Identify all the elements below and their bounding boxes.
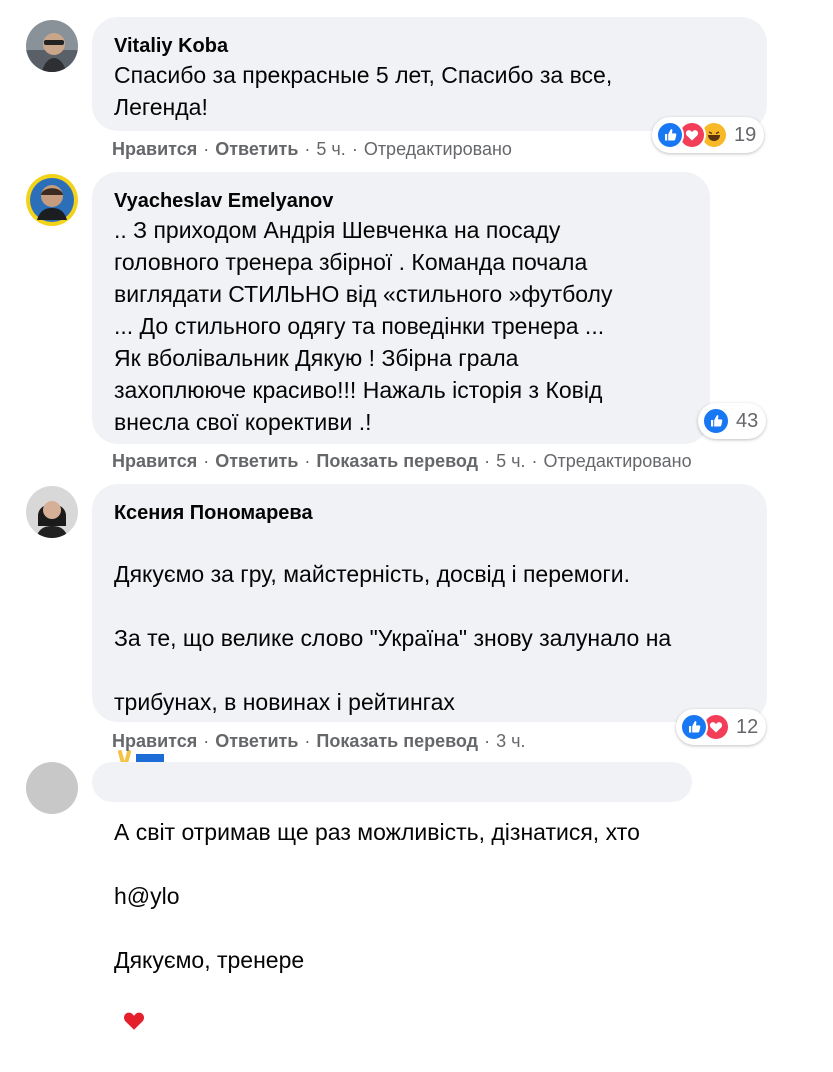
separator-dot: ·	[484, 731, 491, 751]
edited-label[interactable]: Отредактировано	[364, 139, 512, 159]
separator-dot: ·	[531, 451, 538, 471]
comment-line: Дякуємо, тренере	[114, 944, 745, 1040]
reply-button[interactable]: Ответить	[215, 139, 298, 159]
timestamp[interactable]: 5 ч.	[316, 139, 345, 159]
comment-line: А світ отримав ще раз можливість, дізнат…	[114, 819, 640, 845]
timestamp[interactable]: 3 ч.	[496, 731, 525, 751]
author-name[interactable]: Vyacheslav Emelyanov	[114, 188, 688, 214]
author-name[interactable]: Vitaliy Koba	[114, 33, 745, 59]
reply-button[interactable]: Ответить	[215, 731, 298, 751]
separator-dot: ·	[351, 139, 358, 159]
like-button[interactable]: Нравится	[112, 731, 197, 751]
reaction-count: 43	[736, 409, 759, 432]
like-icon	[680, 713, 708, 741]
timestamp[interactable]: 5 ч.	[496, 451, 525, 471]
comment-line: h@ylo	[114, 883, 180, 909]
comment-actions: Нравится · Ответить · Показать перевод · 3 ч.	[112, 729, 526, 753]
comment-actions: Нравится · Ответить · Показать перевод · 5 ч. ·…	[112, 449, 692, 473]
comment-line: Дякуємо за гру, майстерність, досвід і п…	[114, 561, 631, 587]
edited-label[interactable]: Отредактировано	[544, 451, 692, 471]
next-comment-bubble	[92, 762, 692, 802]
separator-dot: ·	[203, 139, 210, 159]
separator-dot: ·	[304, 139, 311, 159]
avatar[interactable]	[26, 486, 78, 538]
like-icon	[702, 407, 730, 435]
next-comment-avatar[interactable]	[26, 762, 78, 814]
comment-text: .. З приходом Андрія Шевченка на посаду …	[114, 217, 613, 435]
reply-button[interactable]: Ответить	[215, 451, 298, 471]
like-button[interactable]: Нравится	[112, 451, 197, 471]
like-icon	[656, 121, 684, 149]
comment-line: За те, що велике слово "Україна" знову з…	[114, 625, 672, 651]
show-translation-button[interactable]: Показать перевод	[316, 451, 478, 471]
reactions-summary[interactable]: 12	[676, 709, 767, 745]
comment-line-text: трибунах, в новинах і рейтингах	[114, 689, 455, 715]
avatar[interactable]	[26, 174, 78, 226]
comment-text: Спасибо за прекрасные 5 лет, Спасибо за …	[114, 62, 613, 120]
separator-dot: ·	[203, 451, 210, 471]
reactions-summary[interactable]: 19	[652, 117, 765, 153]
red-heart-icon	[122, 976, 146, 1040]
separator-dot: ·	[203, 731, 210, 751]
comment-bubble: Ксения Пономарева Дякуємо за гру, майсте…	[92, 484, 767, 1030]
reaction-count: 12	[736, 715, 759, 738]
show-translation-button[interactable]: Показать перевод	[316, 731, 478, 751]
author-name[interactable]: Ксения Пономарева	[114, 500, 745, 526]
reaction-count: 19	[734, 123, 757, 146]
comment-bubble: Vitaliy Koba Спасибо за прекрасные 5 лет…	[92, 17, 767, 131]
separator-dot: ·	[304, 451, 311, 471]
comment-bubble: Vyacheslav Emelyanov .. З приходом Андрі…	[92, 172, 710, 444]
like-button[interactable]: Нравится	[112, 139, 197, 159]
comment-line-text: Дякуємо, тренере	[114, 947, 305, 973]
separator-dot: ·	[484, 451, 491, 471]
comment-actions: Нравится · Ответить · 5 ч. · Отредактировано	[112, 137, 512, 161]
avatar[interactable]	[26, 20, 78, 72]
reactions-summary[interactable]: 43	[698, 403, 767, 439]
separator-dot: ·	[304, 731, 311, 751]
